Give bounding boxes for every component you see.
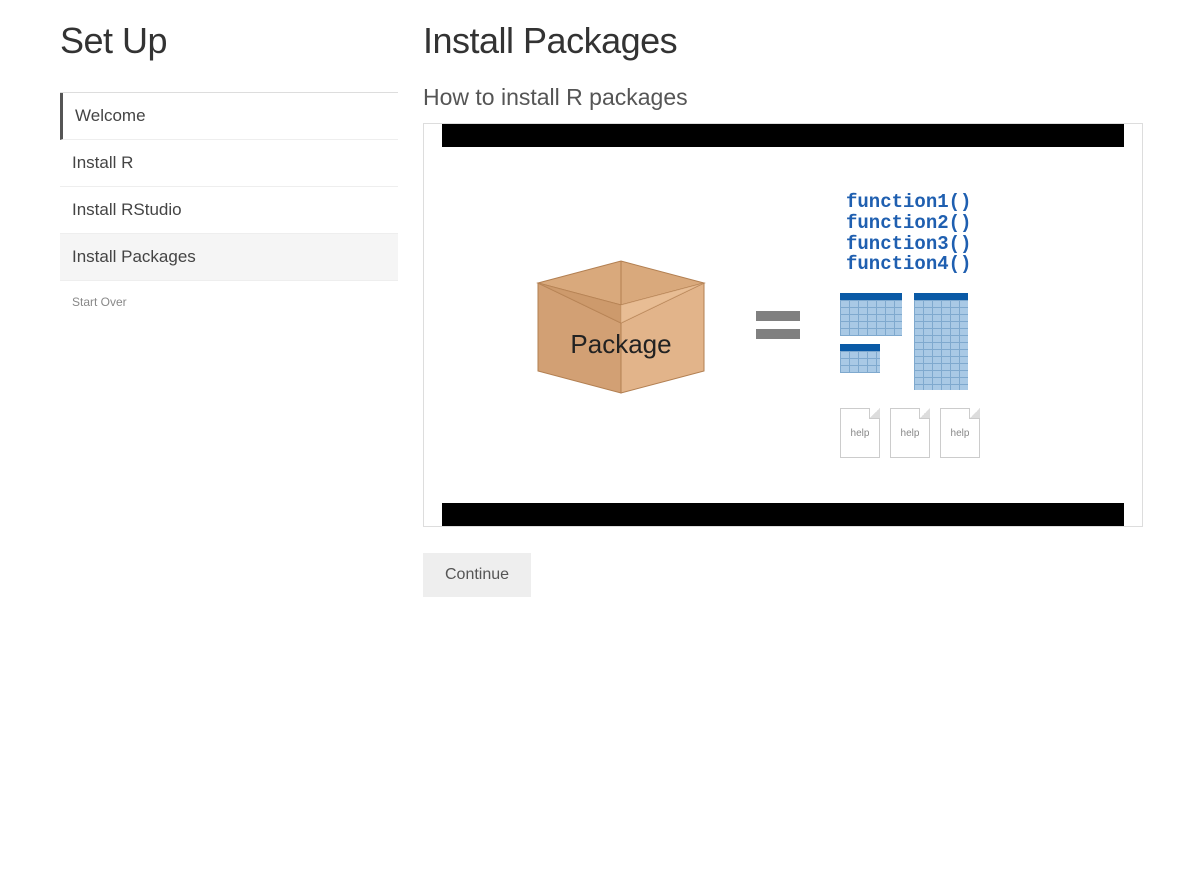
sidebar-title: Set Up — [60, 20, 398, 62]
main-content: Install Packages How to install R packag… — [423, 20, 1169, 597]
equals-icon — [756, 311, 800, 339]
package-box-label: Package — [570, 329, 671, 359]
sidebar-item-install-r[interactable]: Install R — [60, 140, 398, 187]
sidebar-item-welcome[interactable]: Welcome — [60, 93, 398, 140]
function-item: function4() — [846, 254, 1040, 275]
function-list: function1() function2() function3() func… — [846, 192, 1040, 276]
start-over-link[interactable]: Start Over — [60, 281, 398, 323]
sidebar-nav: Welcome Install R Install RStudio Instal… — [60, 92, 398, 281]
page-subtitle: How to install R packages — [423, 84, 1149, 111]
data-tables-graphic — [840, 293, 1040, 390]
help-doc-icon: help — [840, 408, 880, 458]
video-letterbox-top — [442, 124, 1124, 147]
video-embed[interactable]: Package function1() function2() functi — [423, 123, 1143, 527]
help-files-graphic: help help help — [840, 408, 1040, 458]
package-contents-graphic: function1() function2() function3() func… — [840, 192, 1040, 459]
page-title: Install Packages — [423, 20, 1149, 62]
function-item: function2() — [846, 213, 1040, 234]
continue-button[interactable]: Continue — [423, 553, 531, 597]
function-item: function3() — [846, 234, 1040, 255]
function-item: function1() — [846, 192, 1040, 213]
sidebar-item-install-packages[interactable]: Install Packages — [60, 234, 398, 281]
help-doc-icon: help — [890, 408, 930, 458]
video-letterbox-bottom — [442, 503, 1124, 526]
video-slide: Package function1() function2() functi — [442, 147, 1124, 503]
sidebar: Set Up Welcome Install R Install RStudio… — [60, 20, 398, 597]
help-doc-icon: help — [940, 408, 980, 458]
sidebar-item-install-rstudio[interactable]: Install RStudio — [60, 187, 398, 234]
package-box-graphic: Package — [526, 253, 716, 398]
